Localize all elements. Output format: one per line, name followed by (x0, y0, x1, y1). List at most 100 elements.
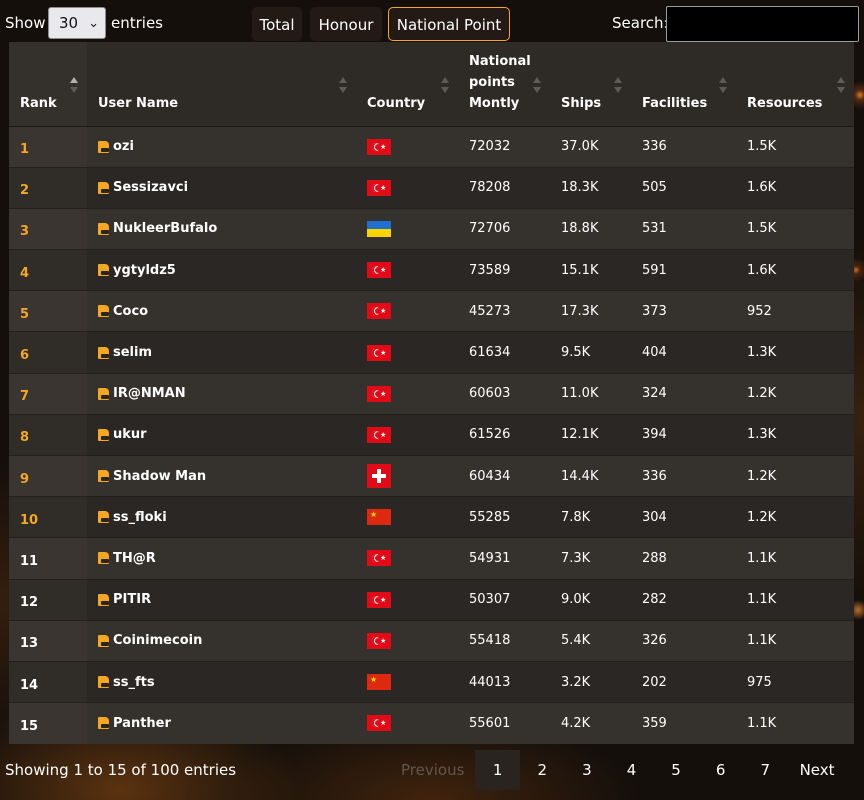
table-row: 11 TH@R ★ 54931 7.3K 288 1.1K (9, 537, 854, 580)
facilities-cell: 336 (631, 454, 736, 497)
resources-cell: 1.1K (736, 619, 854, 662)
user-badge-icon (98, 676, 109, 689)
turkey-flag-icon: ★ (367, 632, 391, 649)
table-row: 3 NukleerBufalo 72706 18.8K 531 1.5K (9, 207, 854, 250)
column-header-label: User Name (98, 95, 179, 111)
turkey-flag-icon: ★ (367, 385, 391, 402)
national-points-cell: 72032 (458, 125, 550, 168)
user-name-cell[interactable]: ukur (87, 413, 356, 456)
sort-arrows-icon (719, 76, 727, 93)
column-header-label: Resources (747, 95, 823, 111)
user-badge-icon (98, 634, 109, 647)
column-header-rank[interactable]: Rank (9, 42, 87, 127)
user-badge-icon (98, 140, 109, 153)
switzerland-flag-icon (367, 464, 391, 489)
resources-cell: 1.3K (736, 413, 854, 456)
user-name-text: NukleerBufalo (113, 221, 218, 237)
page-button-1[interactable]: 1 (475, 750, 520, 790)
column-header-national-points[interactable]: National points Montly (458, 42, 550, 127)
table-row: 1 ozi ★ 72032 37.0K 336 1.5K (9, 125, 854, 168)
user-badge-icon (98, 428, 109, 441)
page-button-2[interactable]: 2 (520, 750, 565, 790)
user-name-cell[interactable]: Coinimecoin (87, 619, 356, 662)
national-points-cell: 55601 (458, 702, 550, 744)
previous-page-button[interactable]: Previous (390, 750, 475, 790)
sort-arrows-icon (441, 76, 449, 93)
column-header-user-name[interactable]: User Name (87, 42, 356, 127)
column-header-label: National points Montly (469, 53, 531, 111)
user-name-cell[interactable]: Coco (87, 290, 356, 332)
ranking-table: Rank User Name Country National points M… (9, 42, 854, 744)
user-name-cell[interactable]: TH@R (87, 537, 356, 580)
ships-cell: 3.2K (550, 660, 631, 703)
facilities-cell: 336 (631, 125, 736, 168)
column-header-ships[interactable]: Ships (550, 42, 631, 127)
user-name-text: ss_floki (113, 509, 167, 525)
column-header-label: Rank (20, 95, 57, 111)
user-name-text: PITIR (113, 592, 152, 608)
turkey-flag-icon: ★ (367, 344, 391, 361)
search-label: Search: (612, 14, 669, 32)
user-name-cell[interactable]: Panther (87, 702, 356, 744)
country-cell: ★ (356, 578, 458, 621)
national-points-cell: 44013 (458, 660, 550, 703)
user-name-cell[interactable]: ygtyldz5 (87, 249, 356, 291)
rank-cell: 12 (9, 578, 87, 621)
user-name-text: TH@R (113, 550, 156, 566)
user-badge-icon (98, 181, 109, 194)
user-name-cell[interactable]: selim (87, 331, 356, 374)
sort-arrows-icon (614, 76, 622, 93)
column-header-country[interactable]: Country (356, 42, 458, 127)
next-page-button[interactable]: Next (788, 750, 847, 790)
tab-honour[interactable]: Honour (310, 7, 382, 41)
table-row: 13 Coinimecoin ★ 55418 5.4K 326 1.1K (9, 619, 854, 662)
tab-national-point[interactable]: National Point (388, 7, 510, 41)
country-cell: ★ (356, 496, 458, 538)
page-button-5[interactable]: 5 (654, 750, 699, 790)
user-name-cell[interactable]: NukleerBufalo (87, 207, 356, 250)
page-button-4[interactable]: 4 (609, 750, 654, 790)
page-button-7[interactable]: 7 (743, 750, 788, 790)
column-header-facilities[interactable]: Facilities (631, 42, 736, 127)
table-row: 4 ygtyldz5 ★ 73589 15.1K 591 1.6K (9, 249, 854, 291)
page-button-3[interactable]: 3 (565, 750, 610, 790)
facilities-cell: 304 (631, 496, 736, 538)
user-name-cell[interactable]: IR@NMAN (87, 372, 356, 415)
country-cell: ★ (356, 166, 458, 209)
china-flag-icon: ★ (367, 509, 391, 526)
facilities-cell: 359 (631, 702, 736, 744)
page-size-select[interactable]: 30 ⌄ (48, 7, 106, 39)
tab-total[interactable]: Total (252, 7, 302, 41)
ships-cell: 5.4K (550, 619, 631, 662)
facilities-cell: 373 (631, 290, 736, 332)
rank-cell: 13 (9, 619, 87, 662)
facilities-cell: 324 (631, 372, 736, 415)
national-points-cell: 60434 (458, 454, 550, 497)
column-header-label: Facilities (642, 95, 708, 111)
resources-cell: 1.1K (736, 537, 854, 580)
country-cell: ★ (356, 660, 458, 703)
user-name-cell[interactable]: PITIR (87, 578, 356, 621)
search-input[interactable] (666, 6, 859, 42)
china-flag-icon: ★ (367, 674, 391, 691)
column-header-resources[interactable]: Resources (736, 42, 854, 127)
resources-cell: 1.3K (736, 331, 854, 374)
user-name-cell[interactable]: ss_floki (87, 496, 356, 538)
user-name-text: selim (113, 345, 153, 361)
user-name-cell[interactable]: ss_fts (87, 660, 356, 703)
user-name-text: Shadow Man (113, 468, 207, 484)
rank-cell: 7 (9, 372, 87, 415)
table-row: 15 Panther ★ 55601 4.2K 359 1.1K (9, 702, 854, 744)
sort-arrows-icon (533, 76, 541, 93)
user-name-cell[interactable]: Shadow Man (87, 454, 356, 497)
column-header-label: Country (367, 95, 426, 111)
rank-cell: 8 (9, 413, 87, 456)
table-row: 6 selim ★ 61634 9.5K 404 1.3K (9, 331, 854, 374)
user-name-cell[interactable]: Sessizavci (87, 166, 356, 209)
national-points-cell: 72706 (458, 207, 550, 250)
country-cell: ★ (356, 372, 458, 415)
user-name-text: ss_fts (113, 674, 155, 690)
user-name-cell[interactable]: ozi (87, 125, 356, 168)
user-badge-icon (98, 264, 109, 277)
page-button-6[interactable]: 6 (698, 750, 743, 790)
